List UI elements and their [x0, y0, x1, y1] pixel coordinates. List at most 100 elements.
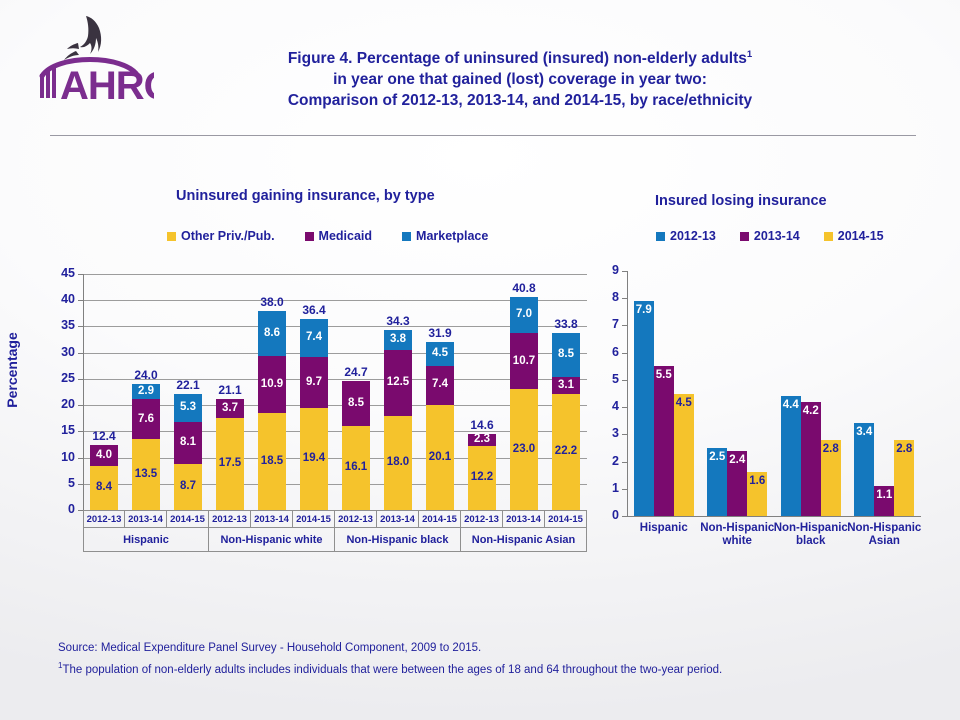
bar-segment[interactable]: 23.0: [510, 389, 538, 510]
bar-segment[interactable]: 19.4: [300, 408, 328, 510]
bar-segment[interactable]: 10.9: [258, 355, 286, 413]
bar-value-label: 9.7: [306, 376, 322, 389]
y-axis-tick-label: 5: [68, 475, 75, 490]
bar-segment[interactable]: 3.1: [552, 377, 580, 394]
bar-value-label: 2.9: [138, 384, 154, 397]
bar[interactable]: 2.8: [820, 439, 841, 516]
bar-segment[interactable]: 3.7: [216, 398, 244, 419]
legend-item-medicaid[interactable]: Medicaid: [304, 229, 372, 243]
bar-value-label: 23.0: [512, 442, 536, 455]
bar[interactable]: 2.5: [707, 447, 728, 516]
bar-value-label: 3.1: [558, 378, 574, 391]
legend-label: 2014-15: [837, 229, 884, 243]
bar-total-label: 14.6: [470, 417, 494, 432]
bar-value-label: 4.0: [96, 448, 112, 461]
bar-segment[interactable]: 5.3: [174, 394, 202, 422]
group-cell: Non-Hispanic white: [209, 528, 335, 552]
bar-value-label: 8.6: [264, 326, 280, 339]
bar-total-label: 24.0: [134, 368, 158, 383]
bar-value-label: 7.6: [138, 412, 154, 425]
y-axis-tick-label: 15: [61, 423, 75, 438]
category-cell: 2014-15: [419, 510, 461, 528]
bar[interactable]: 7.9: [633, 300, 654, 516]
y-axis-tick-label: 10: [61, 449, 75, 464]
bar-segment[interactable]: 20.1: [426, 404, 454, 510]
bar-segment[interactable]: 9.7: [300, 357, 328, 409]
bar-segment[interactable]: 8.7: [174, 464, 202, 510]
y-axis-tick-label: 45: [61, 266, 75, 280]
bar-value-label: 2.3: [474, 433, 490, 446]
bar-segment[interactable]: 10.7: [510, 333, 538, 390]
bar-segment[interactable]: 17.5: [216, 418, 244, 510]
y-axis-tick-label: 40: [61, 292, 75, 307]
bar-segment[interactable]: 8.6: [258, 310, 286, 356]
slide: AHRQ Figure 4. Percentage of uninsured (…: [0, 0, 960, 720]
bar-value-label: 19.4: [302, 452, 326, 465]
bar-value-label: 7.4: [306, 331, 322, 344]
bar-segment[interactable]: 7.4: [426, 365, 454, 405]
bar[interactable]: 2.8: [894, 439, 915, 516]
bar-segment[interactable]: 3.8: [384, 330, 412, 351]
bar-value-label: 3.7: [222, 401, 238, 414]
bar-segment[interactable]: 12.5: [384, 350, 412, 416]
legend-label: Marketplace: [416, 229, 489, 243]
bar-segment[interactable]: 8.4: [90, 465, 118, 510]
svg-text:AHRQ: AHRQ: [60, 64, 154, 104]
legend-item-marketplace[interactable]: Marketplace: [402, 229, 488, 243]
legend-item-2013-14[interactable]: 2013-14: [739, 229, 800, 243]
left-chart-group-row: Hispanic Non-Hispanic white Non-Hispanic b…: [83, 528, 587, 552]
bar-segment[interactable]: 16.1: [342, 425, 370, 510]
right-chart-title: Insured losing insurance: [655, 193, 827, 209]
right-chart-plot-area: 7.9 5.5 4.5 2.5 2.4 1.6 4.4 4.2 2.8 3.4 1.1 2.8: [627, 271, 921, 517]
bar[interactable]: 4.2: [800, 401, 821, 516]
legend-item-other-priv-pub[interactable]: Other Priv./Pub.: [167, 229, 275, 243]
y-axis-tick-mark: [622, 488, 627, 490]
bar-value-label: 16.1: [344, 461, 368, 474]
bar-segment[interactable]: 18.0: [384, 415, 412, 510]
category-cell: 2014-15: [167, 510, 209, 528]
source-note: Source: Medical Expenditure Panel Survey…: [58, 642, 482, 654]
bar[interactable]: 4.5: [673, 393, 694, 516]
bar-segment[interactable]: 2.9: [132, 384, 160, 400]
y-axis-tick-mark: [78, 326, 83, 328]
bar-segment[interactable]: 12.2: [468, 446, 496, 510]
bar-value-label: 2.5: [709, 450, 726, 463]
bar-segment[interactable]: 7.4: [300, 318, 328, 358]
bar-segment[interactable]: 18.5: [258, 412, 286, 510]
legend-item-2014-15[interactable]: 2014-15: [823, 229, 884, 243]
bar-total-label: 21.1: [218, 382, 242, 397]
bar-value-label: 18.0: [386, 456, 410, 469]
right-chart-legend: 2012-13 2013-14 2014-15: [656, 229, 884, 243]
bar-segment[interactable]: 22.2: [552, 393, 580, 510]
legend-label: Other Priv./Pub.: [181, 229, 275, 243]
legend-item-2012-13[interactable]: 2012-13: [656, 229, 716, 243]
y-axis-tick-label: 4: [612, 399, 619, 414]
y-axis-tick-mark: [78, 483, 83, 485]
bar-segment[interactable]: 8.1: [174, 421, 202, 465]
bar-segment[interactable]: 4.0: [90, 444, 118, 466]
category-cell: 2014-15: [293, 510, 335, 528]
bar[interactable]: 4.4: [780, 396, 801, 516]
bar-segment[interactable]: 13.5: [132, 439, 160, 510]
left-chart-category-row: 2012-13 2013-14 2014-15 2012-13 2013-14 2014-…: [83, 510, 587, 528]
bar-segment[interactable]: 8.5: [552, 332, 580, 378]
bar[interactable]: 5.5: [653, 366, 674, 516]
bar[interactable]: 2.4: [727, 450, 748, 516]
y-axis-line: [627, 271, 628, 516]
bar-segment[interactable]: 7.0: [510, 296, 538, 334]
bar[interactable]: 3.4: [854, 423, 875, 516]
bar-segment[interactable]: 8.5: [342, 380, 370, 426]
bar-value-label: 4.5: [432, 347, 448, 360]
bar-segment[interactable]: 2.3: [468, 434, 496, 446]
bar-total-label: 22.1: [176, 378, 200, 393]
bar[interactable]: 1.1: [874, 486, 895, 516]
y-axis-tick-label: 5: [612, 371, 619, 386]
bar-value-label: 7.9: [635, 303, 652, 316]
y-axis-tick-label: 3: [612, 426, 619, 441]
bar-value-label: 8.1: [180, 436, 196, 449]
bar[interactable]: 1.6: [747, 472, 768, 516]
y-axis-tick-mark: [622, 298, 627, 300]
bar-segment[interactable]: 7.6: [132, 399, 160, 440]
bar-segment[interactable]: 4.5: [426, 342, 454, 366]
bar-total-label: 33.8: [554, 316, 578, 331]
